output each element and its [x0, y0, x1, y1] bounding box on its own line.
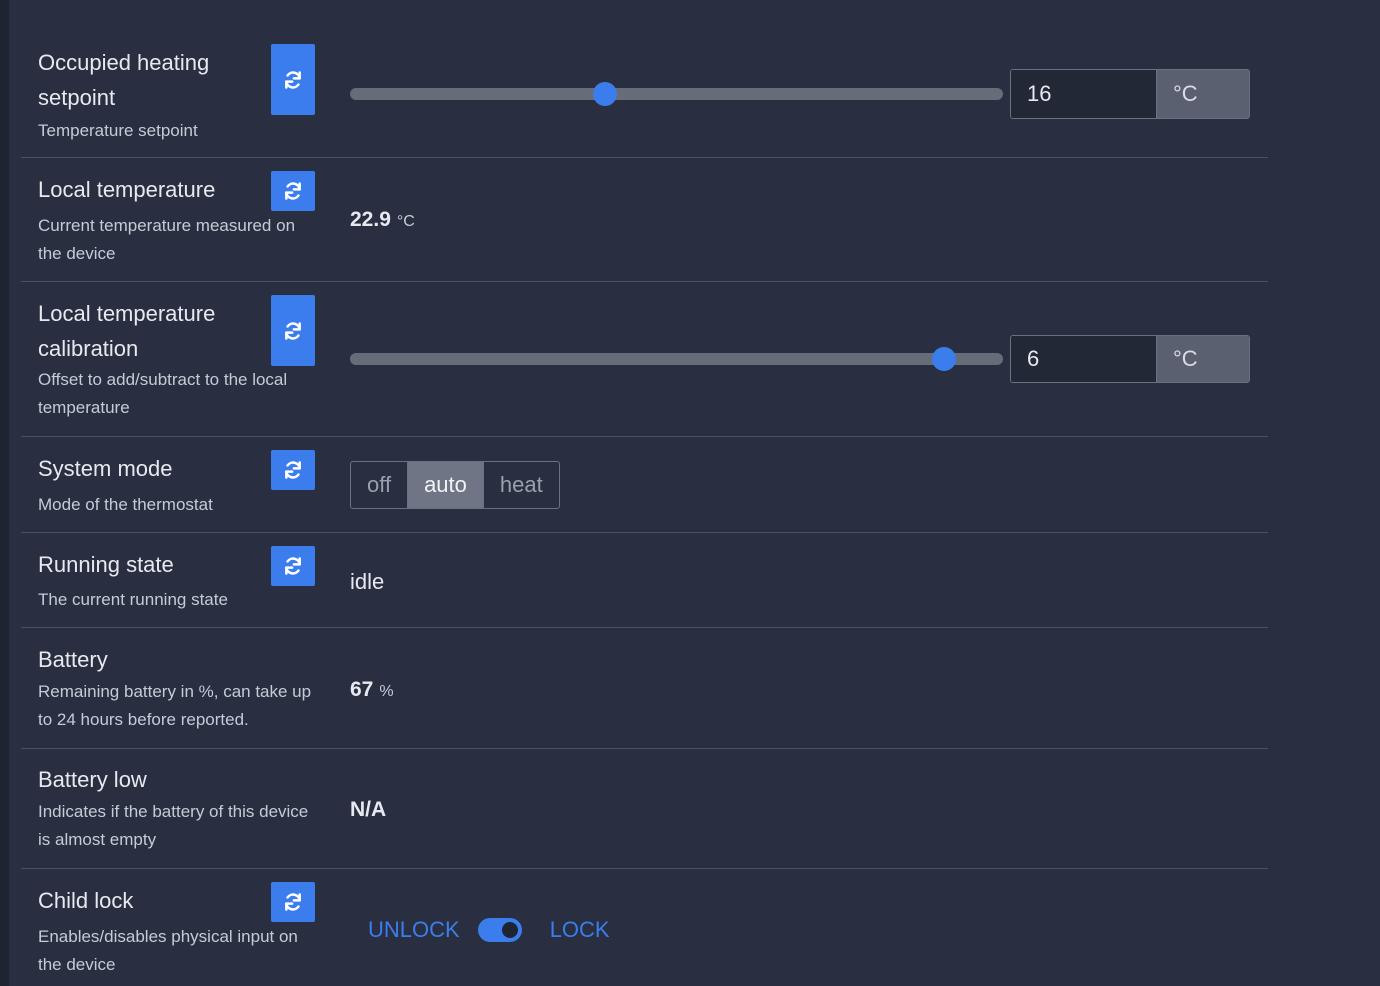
- row-title: Child lock: [38, 888, 134, 913]
- row-title: Occupied heating setpoint: [38, 50, 210, 110]
- row-title: Local temperature calibration: [38, 301, 216, 361]
- mode-option-auto[interactable]: auto: [407, 462, 483, 508]
- row-occupied-heating-setpoint: Occupied heating setpoint Temperature se…: [21, 0, 1268, 158]
- unlock-label[interactable]: UNLOCK: [368, 917, 460, 943]
- refresh-icon: [285, 321, 301, 340]
- row-battery-low: Battery low Indicates if the battery of …: [21, 749, 1268, 869]
- setpoint-slider[interactable]: [350, 82, 1003, 106]
- refresh-icon: [285, 557, 301, 575]
- row-battery: Battery Remaining battery in %, can take…: [21, 628, 1268, 749]
- row-title: Running state: [38, 552, 174, 577]
- row-title: System mode: [38, 456, 173, 481]
- mode-option-off[interactable]: off: [351, 462, 407, 508]
- refresh-button[interactable]: [271, 44, 315, 115]
- value-number: 67: [350, 678, 374, 701]
- calibration-slider[interactable]: [350, 347, 1003, 371]
- row-local-temperature-calibration: Local temperature calibration Offset to …: [21, 282, 1268, 437]
- unit-label: °C: [1156, 336, 1249, 382]
- value-unit: %: [379, 683, 394, 700]
- refresh-icon: [285, 70, 301, 89]
- row-description: Temperature setpoint: [38, 121, 198, 140]
- row-description: The current running state: [38, 590, 228, 609]
- slider-thumb[interactable]: [932, 347, 957, 371]
- setpoint-input[interactable]: [1011, 70, 1156, 118]
- running-state-value: idle: [350, 569, 385, 594]
- calibration-input[interactable]: [1011, 336, 1156, 382]
- refresh-button[interactable]: [271, 450, 315, 490]
- slider-thumb[interactable]: [592, 82, 617, 106]
- toggle-knob: [501, 922, 518, 938]
- value-unit: °C: [396, 213, 415, 230]
- row-title: Battery low: [38, 767, 147, 792]
- row-description: Mode of the thermostat: [38, 495, 213, 514]
- refresh-icon: [285, 461, 301, 479]
- lock-label[interactable]: LOCK: [550, 917, 610, 943]
- unit-label: °C: [1156, 70, 1249, 118]
- system-mode-selector: off auto heat: [350, 461, 560, 509]
- calibration-number-field: °C: [1010, 335, 1250, 383]
- row-title: Battery: [38, 647, 108, 672]
- row-description: Enables/disables physical input on the d…: [38, 927, 298, 974]
- battery-low-value: N/A: [350, 798, 387, 821]
- mode-option-heat[interactable]: heat: [482, 462, 559, 508]
- row-system-mode: System mode Mode of the thermostat off a…: [21, 437, 1268, 533]
- row-title: Local temperature: [38, 177, 216, 202]
- row-description: Offset to add/subtract to the local temp…: [38, 370, 288, 417]
- row-description: Indicates if the battery of this device …: [38, 802, 309, 849]
- child-lock-toggle-group: UNLOCK LOCK: [368, 917, 610, 943]
- settings-panel: Occupied heating setpoint Temperature se…: [9, 0, 1380, 986]
- refresh-icon: [285, 893, 301, 911]
- value-number: 22.9: [350, 208, 391, 231]
- setpoint-number-field: °C: [1010, 69, 1250, 119]
- child-lock-toggle[interactable]: [477, 918, 522, 942]
- row-child-lock: Child lock Enables/disables physical inp…: [21, 869, 1268, 986]
- battery-value: 67%: [350, 678, 394, 702]
- local-temperature-value: 22.9 °C: [350, 208, 415, 232]
- refresh-icon: [285, 182, 301, 200]
- refresh-button[interactable]: [271, 882, 315, 922]
- row-description: Current temperature measured on the devi…: [38, 216, 296, 263]
- refresh-button[interactable]: [271, 295, 315, 366]
- row-description: Remaining battery in %, can take up to 2…: [38, 682, 312, 729]
- refresh-button[interactable]: [271, 171, 315, 211]
- refresh-button[interactable]: [271, 546, 315, 586]
- row-running-state: Running state The current running state …: [21, 533, 1268, 628]
- row-local-temperature: Local temperature Current temperature me…: [21, 158, 1268, 282]
